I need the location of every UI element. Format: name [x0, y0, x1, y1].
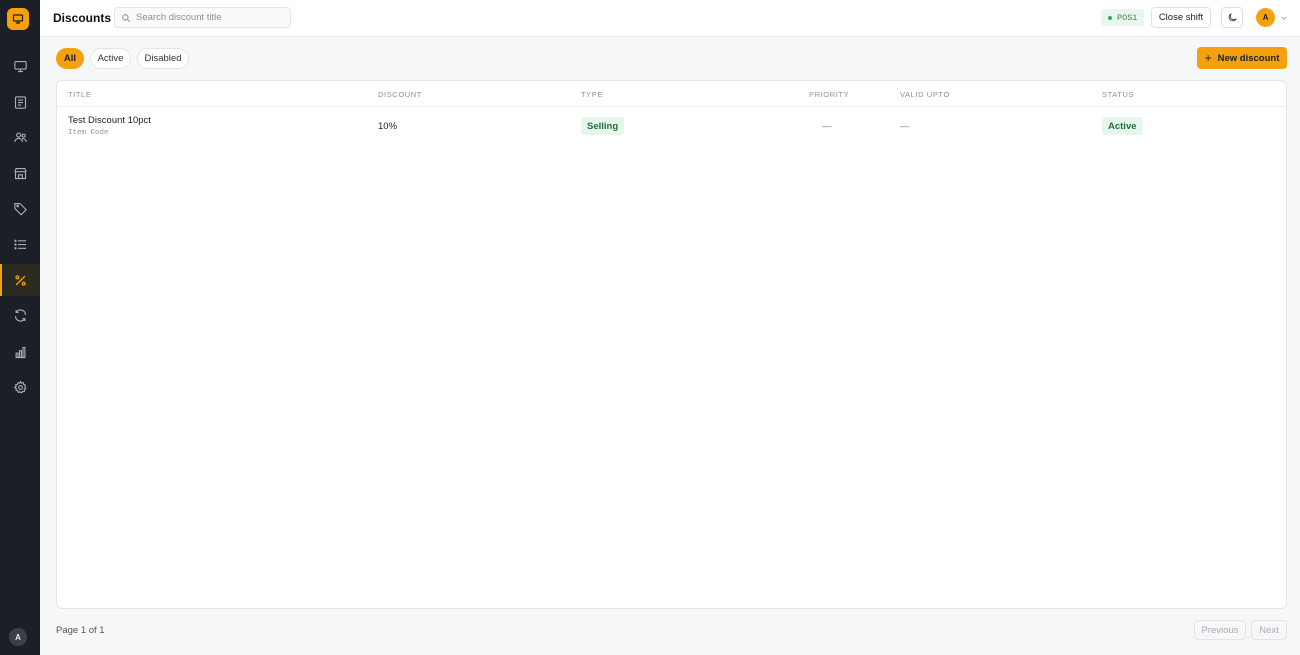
row-discount: 10%: [378, 121, 398, 132]
tag-icon: [13, 202, 27, 216]
topbar: Discounts POS1 Close shift A: [40, 0, 1300, 37]
chevron-down-icon: [1281, 16, 1287, 20]
sidebar-item-settings[interactable]: [0, 371, 40, 403]
column-header-title[interactable]: TITLE: [68, 90, 91, 99]
search-icon: [122, 13, 131, 22]
user-avatar: A: [1256, 8, 1275, 27]
moon-icon: [1228, 13, 1237, 22]
next-page-button[interactable]: Next: [1251, 620, 1287, 640]
row-subtitle: Item Code: [68, 129, 109, 137]
search-input[interactable]: [136, 12, 276, 23]
sidebar-item-discounts[interactable]: [0, 264, 40, 296]
sidebar-item-sync[interactable]: [0, 299, 40, 331]
table-row[interactable]: Test Discount 10pct Item Code 10% Sellin…: [57, 107, 1286, 145]
column-header-priority[interactable]: PRIORITY: [809, 90, 849, 99]
sidebar-item-pos[interactable]: [0, 50, 40, 82]
column-header-discount[interactable]: DISCOUNT: [378, 90, 422, 99]
monitor-icon: [13, 60, 27, 72]
online-dot-icon: [1108, 15, 1112, 20]
column-header-type[interactable]: TYPE: [581, 90, 603, 99]
new-discount-label: New discount: [1217, 52, 1280, 64]
column-header-status[interactable]: STATUS: [1102, 90, 1134, 99]
refresh-icon: [14, 308, 26, 322]
filter-disabled[interactable]: Disabled: [137, 48, 189, 69]
sidebar-item-orders[interactable]: [0, 86, 40, 118]
gear-icon: [12, 379, 27, 394]
plus-icon: +: [1204, 51, 1212, 65]
sidebar-item-items[interactable]: [0, 228, 40, 260]
filter-all[interactable]: All: [56, 48, 84, 69]
users-icon: [13, 131, 27, 142]
bar-chart-icon: [15, 346, 25, 358]
close-shift-button[interactable]: Close shift: [1151, 7, 1211, 28]
receipt-icon: [14, 95, 26, 109]
sidebar-item-reports[interactable]: [0, 336, 40, 368]
row-title: Test Discount 10pct: [68, 115, 151, 126]
app-logo[interactable]: [7, 8, 29, 30]
pagination-info: Page 1 of 1: [56, 625, 105, 636]
store-icon: [13, 167, 27, 179]
sidebar: A: [0, 0, 40, 655]
pos-status-badge: POS1: [1101, 9, 1145, 26]
status-badge: Active: [1102, 117, 1143, 135]
type-badge: Selling: [581, 117, 625, 135]
monitor-icon: [12, 14, 24, 24]
new-discount-button[interactable]: + New discount: [1197, 47, 1287, 69]
theme-toggle-button[interactable]: [1221, 7, 1243, 28]
percent-icon: [14, 274, 26, 286]
row-valid-upto: —: [900, 121, 910, 132]
discounts-table: TITLE DISCOUNT TYPE PRIORITY VALID UPTO …: [56, 80, 1287, 609]
column-header-valid-upto[interactable]: VALID UPTO: [900, 90, 950, 99]
search-box[interactable]: [114, 7, 291, 28]
sidebar-item-tags[interactable]: [0, 192, 40, 224]
user-menu[interactable]: A: [1256, 8, 1288, 27]
page-title: Discounts: [53, 11, 112, 25]
row-priority: —: [822, 121, 832, 132]
previous-page-button[interactable]: Previous: [1194, 620, 1246, 640]
sidebar-item-stores[interactable]: [0, 157, 40, 189]
filter-active[interactable]: Active: [90, 48, 131, 69]
sidebar-item-customers[interactable]: [0, 121, 40, 153]
list-icon: [13, 239, 26, 249]
pos-label: POS1: [1117, 12, 1138, 23]
sidebar-avatar[interactable]: A: [9, 628, 27, 646]
